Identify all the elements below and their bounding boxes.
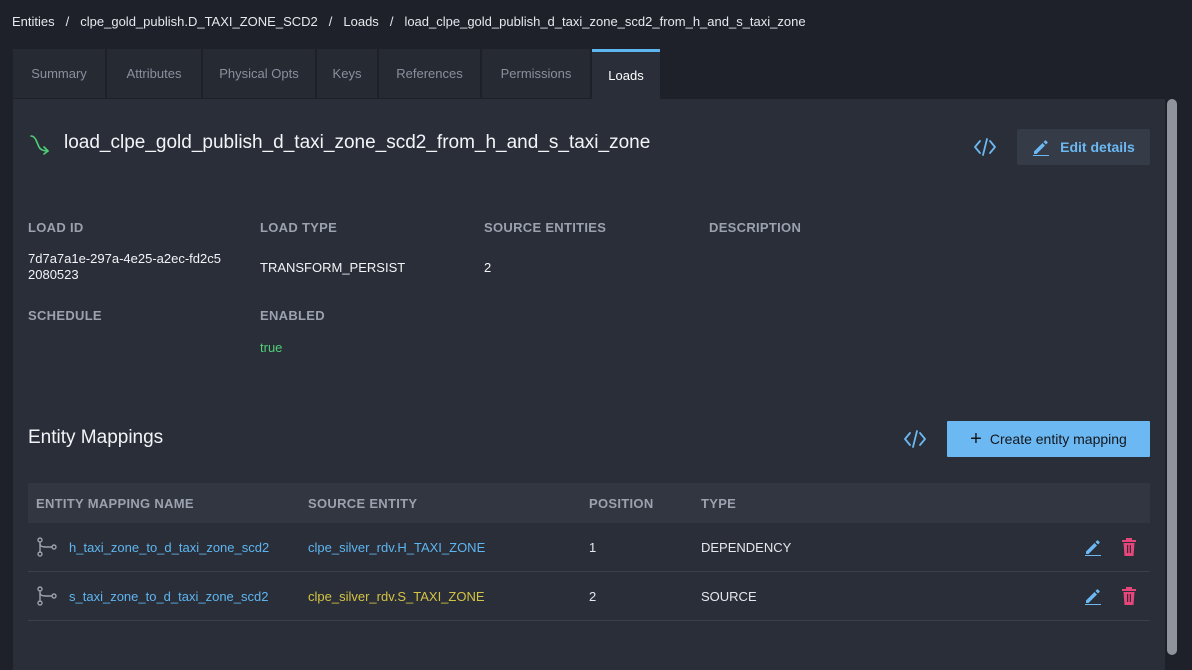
tab-attributes[interactable]: Attributes bbox=[107, 49, 201, 98]
tab-loads[interactable]: Loads bbox=[592, 49, 660, 99]
mapping-name-link[interactable]: s_taxi_zone_to_d_taxi_zone_scd2 bbox=[69, 589, 305, 604]
entity-mappings-title: Entity Mappings bbox=[28, 427, 164, 448]
source-entities-value: 2 bbox=[484, 260, 492, 275]
breadcrumb-separator: / bbox=[328, 13, 333, 29]
breadcrumb-separator: / bbox=[65, 13, 70, 29]
load-id-value-line1: 7d7a7a1e-297a-4e25-a2ec-fd2c5 bbox=[28, 251, 221, 266]
trash-icon bbox=[1122, 538, 1136, 556]
create-entity-mapping-label: Create entity mapping bbox=[989, 431, 1127, 447]
breadcrumb-separator: / bbox=[389, 13, 394, 29]
mapping-name-link[interactable]: h_taxi_zone_to_d_taxi_zone_scd2 bbox=[69, 540, 305, 555]
code-icon bbox=[904, 430, 926, 448]
breadcrumb-entity[interactable]: clpe_gold_publish.D_TAXI_ZONE_SCD2 bbox=[80, 14, 318, 29]
breadcrumb-loads[interactable]: Loads bbox=[343, 14, 378, 29]
source-entities-label: SOURCE ENTITIES bbox=[484, 220, 607, 235]
description-label: DESCRIPTION bbox=[709, 220, 802, 235]
table-row: s_taxi_zone_to_d_taxi_zone_scd2 clpe_sil… bbox=[28, 572, 1150, 621]
tab-summary[interactable]: Summary bbox=[13, 49, 105, 98]
breadcrumb: Entities / clpe_gold_publish.D_TAXI_ZONE… bbox=[12, 12, 806, 30]
load-type-value: TRANSFORM_PERSIST bbox=[260, 260, 406, 275]
breadcrumb-current-load: load_clpe_gold_publish_d_taxi_zone_scd2_… bbox=[404, 13, 806, 29]
type-value: SOURCE bbox=[701, 588, 757, 604]
type-value: DEPENDENCY bbox=[701, 539, 792, 555]
tab-references[interactable]: References bbox=[379, 49, 480, 98]
entity-mappings-table: ENTITY MAPPING NAME SOURCE ENTITY POSITI… bbox=[28, 483, 1150, 621]
mapping-flow-icon bbox=[37, 537, 57, 557]
pencil-icon bbox=[1085, 589, 1101, 605]
pencil-icon bbox=[1033, 140, 1050, 156]
tab-permissions[interactable]: Permissions bbox=[482, 49, 590, 98]
column-header-position[interactable]: POSITION bbox=[589, 496, 701, 511]
mapping-flow-icon bbox=[37, 586, 57, 606]
tab-bar: Summary Attributes Physical Opts Keys Re… bbox=[13, 49, 662, 99]
source-entity-link[interactable]: clpe_silver_rdv.S_TAXI_ZONE bbox=[308, 589, 589, 604]
tab-keys[interactable]: Keys bbox=[317, 49, 377, 98]
enabled-value: true bbox=[260, 340, 283, 355]
position-value: 1 bbox=[589, 539, 597, 555]
mappings-view-code-button[interactable] bbox=[901, 425, 929, 453]
edit-mapping-button[interactable] bbox=[1083, 537, 1103, 557]
position-value: 2 bbox=[589, 588, 597, 604]
column-header-source[interactable]: SOURCE ENTITY bbox=[308, 496, 589, 511]
delete-mapping-button[interactable] bbox=[1119, 537, 1139, 557]
load-id-value-line2: 2080523 bbox=[28, 267, 79, 282]
table-row: h_taxi_zone_to_d_taxi_zone_scd2 clpe_sil… bbox=[28, 523, 1150, 572]
edit-mapping-button[interactable] bbox=[1083, 586, 1103, 606]
pencil-icon bbox=[1085, 540, 1101, 556]
load-type-label: LOAD TYPE bbox=[260, 220, 338, 235]
enabled-label: ENABLED bbox=[260, 308, 325, 323]
load-detail-panel: load_clpe_gold_publish_d_taxi_zone_scd2_… bbox=[13, 99, 1165, 670]
edit-details-label: Edit details bbox=[1060, 139, 1135, 155]
breadcrumb-entities[interactable]: Entities bbox=[12, 14, 55, 29]
column-header-name[interactable]: ENTITY MAPPING NAME bbox=[28, 496, 308, 511]
delete-mapping-button[interactable] bbox=[1119, 586, 1139, 606]
schedule-label: SCHEDULE bbox=[28, 308, 102, 323]
plus-icon: + bbox=[970, 428, 982, 450]
table-header: ENTITY MAPPING NAME SOURCE ENTITY POSITI… bbox=[28, 483, 1150, 523]
code-icon bbox=[974, 138, 996, 156]
trash-icon bbox=[1122, 587, 1136, 605]
tab-physical-opts[interactable]: Physical Opts bbox=[203, 49, 315, 98]
view-code-button[interactable] bbox=[971, 133, 999, 161]
load-id-label: LOAD ID bbox=[28, 220, 84, 235]
edit-details-button[interactable]: Edit details bbox=[1017, 129, 1150, 165]
create-entity-mapping-button[interactable]: + Create entity mapping bbox=[947, 421, 1150, 457]
load-arrow-icon bbox=[28, 131, 52, 155]
load-title: load_clpe_gold_publish_d_taxi_zone_scd2_… bbox=[64, 132, 651, 153]
load-header: load_clpe_gold_publish_d_taxi_zone_scd2_… bbox=[28, 129, 650, 157]
column-header-type[interactable]: TYPE bbox=[701, 496, 901, 511]
scrollbar-thumb[interactable] bbox=[1167, 99, 1177, 655]
source-entity-link[interactable]: clpe_silver_rdv.H_TAXI_ZONE bbox=[308, 540, 589, 555]
